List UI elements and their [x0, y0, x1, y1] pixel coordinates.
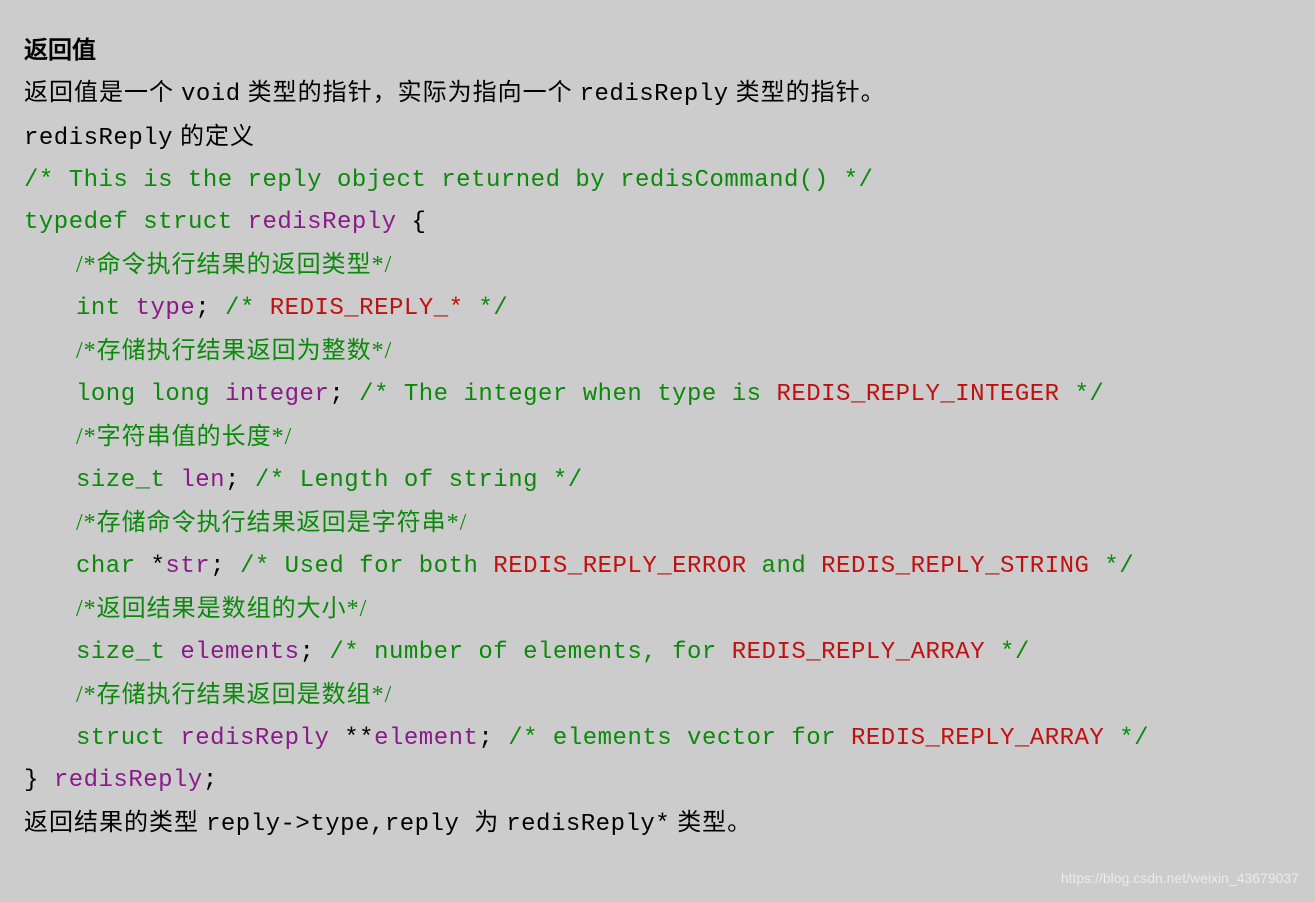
code-comment-elements-count: /*返回结果是数组的大小*/ — [24, 588, 1291, 632]
code-typedef-line: typedef struct redisReply { — [24, 202, 1291, 244]
code-field-type: int type; /* REDIS_REPLY_* */ — [24, 288, 1291, 330]
code-comment-len: /*字符串值的长度*/ — [24, 416, 1291, 460]
code-comment-str: /*存储命令执行结果返回是字符串*/ — [24, 502, 1291, 546]
code-field-str: char *str; /* Used for both REDIS_REPLY_… — [24, 546, 1291, 588]
code-field-element: struct redisReply **element; /* elements… — [24, 718, 1291, 760]
code-field-integer: long long integer; /* The integer when t… — [24, 374, 1291, 416]
code-field-len: size_t len; /* Length of string */ — [24, 460, 1291, 502]
document-root: 返回值 返回值是一个 void 类型的指针，实际为指向一个 redisReply… — [0, 0, 1315, 902]
intro-line-1: 返回值是一个 void 类型的指针，实际为指向一个 redisReply 类型的… — [24, 72, 1291, 116]
outro-line: 返回结果的类型 reply->type,reply 为 redisReply* … — [24, 802, 1291, 846]
watermark-text: https://blog.csdn.net/weixin_43679037 — [1061, 866, 1299, 891]
code-comment-type: /*命令执行结果的返回类型*/ — [24, 244, 1291, 288]
code-field-elements: size_t elements; /* number of elements, … — [24, 632, 1291, 674]
code-comment-header: /* This is the reply object returned by … — [24, 160, 1291, 202]
heading-return-value: 返回值 — [24, 30, 1291, 72]
code-close-brace: } redisReply; — [24, 760, 1291, 802]
intro-line-2: redisReply 的定义 — [24, 116, 1291, 160]
code-comment-element-vec: /*存储执行结果返回是数组*/ — [24, 674, 1291, 718]
code-comment-integer: /*存储执行结果返回为整数*/ — [24, 330, 1291, 374]
